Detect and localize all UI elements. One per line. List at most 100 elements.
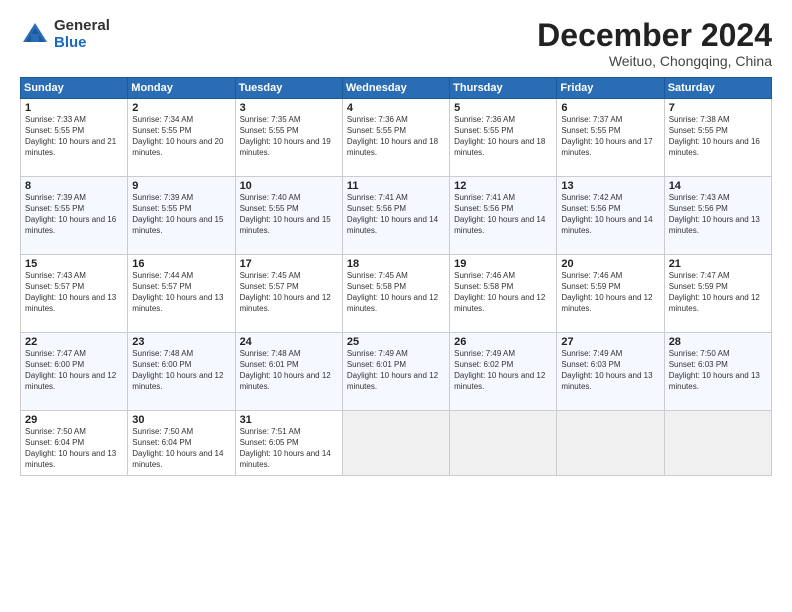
day-content: Sunrise: 7:46 AMSunset: 5:59 PMDaylight:… xyxy=(561,271,659,314)
day-number: 10 xyxy=(240,180,338,192)
calendar-cell: 6Sunrise: 7:37 AMSunset: 5:55 PMDaylight… xyxy=(557,99,664,177)
calendar-cell: 8Sunrise: 7:39 AMSunset: 5:55 PMDaylight… xyxy=(21,177,128,255)
day-number: 15 xyxy=(25,258,123,270)
calendar-cell xyxy=(342,411,449,476)
day-number: 18 xyxy=(347,258,445,270)
day-number: 11 xyxy=(347,180,445,192)
day-content: Sunrise: 7:50 AMSunset: 6:04 PMDaylight:… xyxy=(25,427,123,470)
calendar-cell xyxy=(450,411,557,476)
calendar-week-row: 1Sunrise: 7:33 AMSunset: 5:55 PMDaylight… xyxy=(21,99,772,177)
day-number: 12 xyxy=(454,180,552,192)
day-content: Sunrise: 7:36 AMSunset: 5:55 PMDaylight:… xyxy=(347,115,445,158)
day-content: Sunrise: 7:43 AMSunset: 5:57 PMDaylight:… xyxy=(25,271,123,314)
day-number: 8 xyxy=(25,180,123,192)
day-number: 27 xyxy=(561,336,659,348)
calendar-cell: 22Sunrise: 7:47 AMSunset: 6:00 PMDayligh… xyxy=(21,333,128,411)
day-content: Sunrise: 7:49 AMSunset: 6:03 PMDaylight:… xyxy=(561,349,659,392)
calendar-cell: 9Sunrise: 7:39 AMSunset: 5:55 PMDaylight… xyxy=(128,177,235,255)
day-number: 26 xyxy=(454,336,552,348)
calendar-cell: 10Sunrise: 7:40 AMSunset: 5:55 PMDayligh… xyxy=(235,177,342,255)
day-content: Sunrise: 7:39 AMSunset: 5:55 PMDaylight:… xyxy=(132,193,230,236)
calendar-cell: 15Sunrise: 7:43 AMSunset: 5:57 PMDayligh… xyxy=(21,255,128,333)
calendar-table: Sunday Monday Tuesday Wednesday Thursday… xyxy=(20,77,772,476)
day-content: Sunrise: 7:49 AMSunset: 6:02 PMDaylight:… xyxy=(454,349,552,392)
day-content: Sunrise: 7:38 AMSunset: 5:55 PMDaylight:… xyxy=(669,115,767,158)
day-number: 24 xyxy=(240,336,338,348)
calendar-cell: 3Sunrise: 7:35 AMSunset: 5:55 PMDaylight… xyxy=(235,99,342,177)
calendar-cell: 26Sunrise: 7:49 AMSunset: 6:02 PMDayligh… xyxy=(450,333,557,411)
day-content: Sunrise: 7:39 AMSunset: 5:55 PMDaylight:… xyxy=(25,193,123,236)
day-number: 28 xyxy=(669,336,767,348)
calendar-cell: 24Sunrise: 7:48 AMSunset: 6:01 PMDayligh… xyxy=(235,333,342,411)
day-number: 14 xyxy=(669,180,767,192)
day-number: 9 xyxy=(132,180,230,192)
calendar-cell: 11Sunrise: 7:41 AMSunset: 5:56 PMDayligh… xyxy=(342,177,449,255)
col-friday: Friday xyxy=(557,78,664,99)
day-number: 23 xyxy=(132,336,230,348)
day-content: Sunrise: 7:49 AMSunset: 6:01 PMDaylight:… xyxy=(347,349,445,392)
day-content: Sunrise: 7:43 AMSunset: 5:56 PMDaylight:… xyxy=(669,193,767,236)
calendar-cell: 12Sunrise: 7:41 AMSunset: 5:56 PMDayligh… xyxy=(450,177,557,255)
day-number: 22 xyxy=(25,336,123,348)
calendar-cell: 27Sunrise: 7:49 AMSunset: 6:03 PMDayligh… xyxy=(557,333,664,411)
day-content: Sunrise: 7:48 AMSunset: 6:01 PMDaylight:… xyxy=(240,349,338,392)
day-number: 6 xyxy=(561,102,659,114)
day-content: Sunrise: 7:37 AMSunset: 5:55 PMDaylight:… xyxy=(561,115,659,158)
day-number: 4 xyxy=(347,102,445,114)
calendar-cell: 25Sunrise: 7:49 AMSunset: 6:01 PMDayligh… xyxy=(342,333,449,411)
day-number: 2 xyxy=(132,102,230,114)
calendar-cell xyxy=(557,411,664,476)
day-number: 31 xyxy=(240,414,338,426)
header: General Blue December 2024 Weituo, Chong… xyxy=(20,18,772,69)
calendar-week-row: 8Sunrise: 7:39 AMSunset: 5:55 PMDaylight… xyxy=(21,177,772,255)
calendar-cell: 4Sunrise: 7:36 AMSunset: 5:55 PMDaylight… xyxy=(342,99,449,177)
calendar-header-row: Sunday Monday Tuesday Wednesday Thursday… xyxy=(21,78,772,99)
logo-text: General Blue xyxy=(54,18,110,51)
page: General Blue December 2024 Weituo, Chong… xyxy=(0,0,792,612)
day-content: Sunrise: 7:35 AMSunset: 5:55 PMDaylight:… xyxy=(240,115,338,158)
day-number: 7 xyxy=(669,102,767,114)
day-number: 13 xyxy=(561,180,659,192)
day-number: 17 xyxy=(240,258,338,270)
calendar-cell: 7Sunrise: 7:38 AMSunset: 5:55 PMDaylight… xyxy=(664,99,771,177)
calendar-cell: 5Sunrise: 7:36 AMSunset: 5:55 PMDaylight… xyxy=(450,99,557,177)
day-content: Sunrise: 7:48 AMSunset: 6:00 PMDaylight:… xyxy=(132,349,230,392)
logo-blue-text: Blue xyxy=(54,35,110,52)
day-content: Sunrise: 7:51 AMSunset: 6:05 PMDaylight:… xyxy=(240,427,338,470)
calendar-cell: 17Sunrise: 7:45 AMSunset: 5:57 PMDayligh… xyxy=(235,255,342,333)
day-content: Sunrise: 7:42 AMSunset: 5:56 PMDaylight:… xyxy=(561,193,659,236)
calendar-cell: 23Sunrise: 7:48 AMSunset: 6:00 PMDayligh… xyxy=(128,333,235,411)
day-content: Sunrise: 7:46 AMSunset: 5:58 PMDaylight:… xyxy=(454,271,552,314)
day-number: 29 xyxy=(25,414,123,426)
day-number: 5 xyxy=(454,102,552,114)
logo: General Blue xyxy=(20,18,110,51)
calendar-cell: 19Sunrise: 7:46 AMSunset: 5:58 PMDayligh… xyxy=(450,255,557,333)
calendar-cell xyxy=(664,411,771,476)
col-thursday: Thursday xyxy=(450,78,557,99)
day-content: Sunrise: 7:45 AMSunset: 5:58 PMDaylight:… xyxy=(347,271,445,314)
day-content: Sunrise: 7:47 AMSunset: 6:00 PMDaylight:… xyxy=(25,349,123,392)
day-content: Sunrise: 7:34 AMSunset: 5:55 PMDaylight:… xyxy=(132,115,230,158)
day-content: Sunrise: 7:45 AMSunset: 5:57 PMDaylight:… xyxy=(240,271,338,314)
calendar-cell: 29Sunrise: 7:50 AMSunset: 6:04 PMDayligh… xyxy=(21,411,128,476)
day-content: Sunrise: 7:50 AMSunset: 6:03 PMDaylight:… xyxy=(669,349,767,392)
calendar-week-row: 29Sunrise: 7:50 AMSunset: 6:04 PMDayligh… xyxy=(21,411,772,476)
day-number: 19 xyxy=(454,258,552,270)
month-title: December 2024 xyxy=(537,18,772,53)
day-content: Sunrise: 7:33 AMSunset: 5:55 PMDaylight:… xyxy=(25,115,123,158)
calendar-week-row: 15Sunrise: 7:43 AMSunset: 5:57 PMDayligh… xyxy=(21,255,772,333)
calendar-cell: 30Sunrise: 7:50 AMSunset: 6:04 PMDayligh… xyxy=(128,411,235,476)
col-wednesday: Wednesday xyxy=(342,78,449,99)
location: Weituo, Chongqing, China xyxy=(537,53,772,69)
col-saturday: Saturday xyxy=(664,78,771,99)
day-number: 20 xyxy=(561,258,659,270)
logo-general-text: General xyxy=(54,18,110,35)
calendar-cell: 14Sunrise: 7:43 AMSunset: 5:56 PMDayligh… xyxy=(664,177,771,255)
day-number: 25 xyxy=(347,336,445,348)
calendar-cell: 2Sunrise: 7:34 AMSunset: 5:55 PMDaylight… xyxy=(128,99,235,177)
day-number: 1 xyxy=(25,102,123,114)
day-number: 21 xyxy=(669,258,767,270)
day-content: Sunrise: 7:47 AMSunset: 5:59 PMDaylight:… xyxy=(669,271,767,314)
logo-icon xyxy=(20,20,50,50)
col-sunday: Sunday xyxy=(21,78,128,99)
